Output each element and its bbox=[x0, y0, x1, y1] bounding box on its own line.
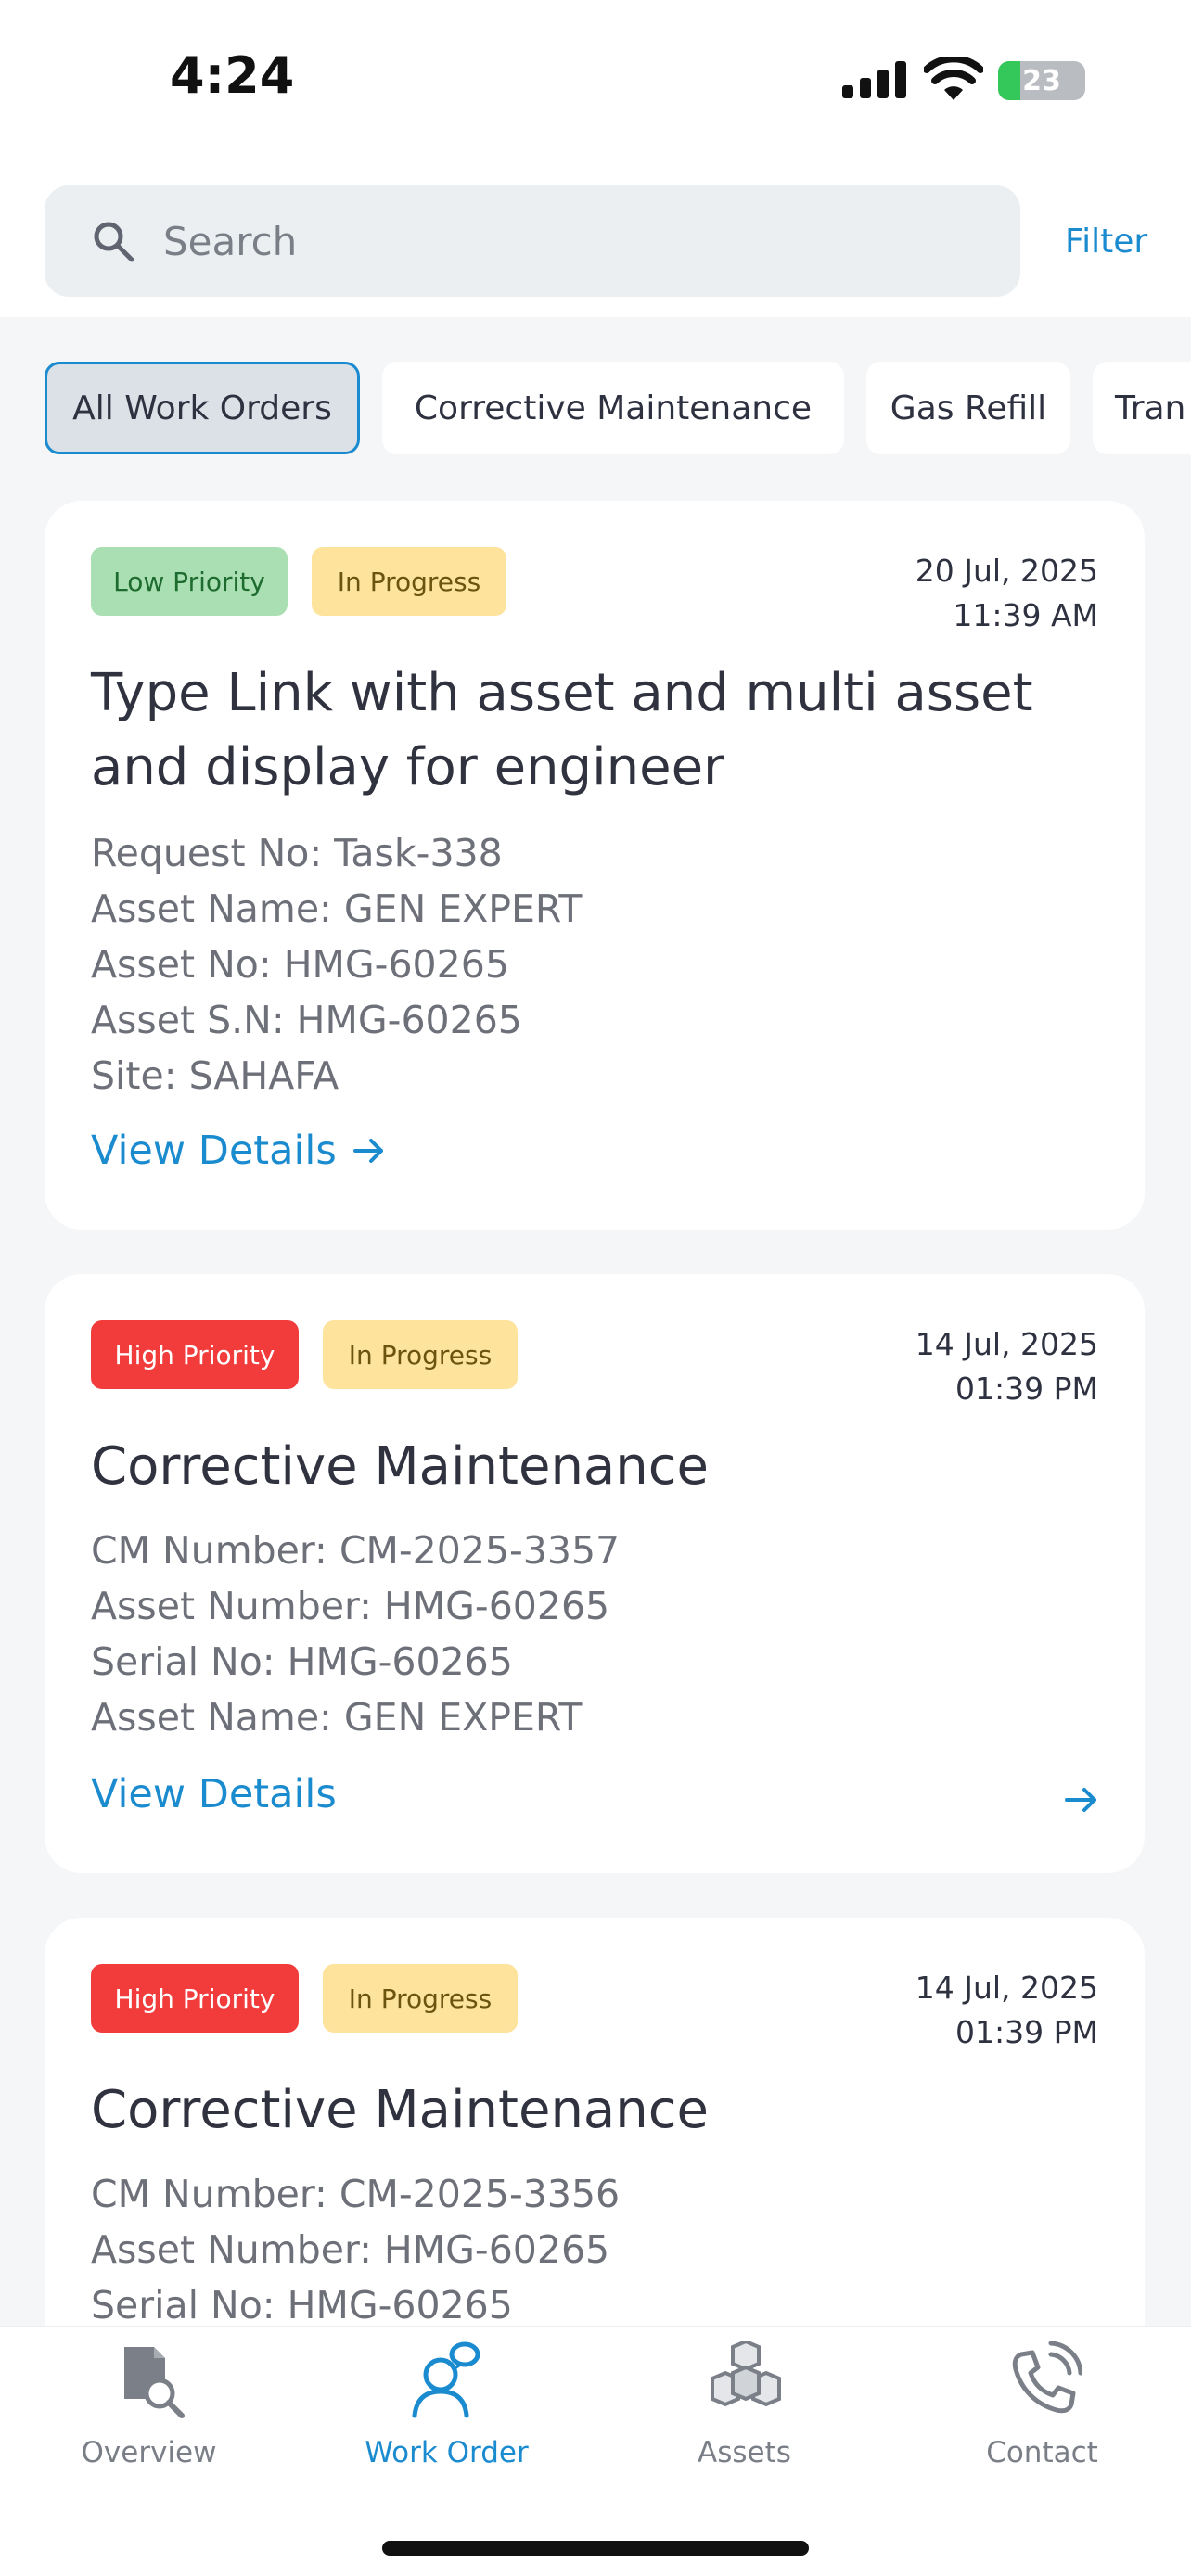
filter-chips: All Work Orders Corrective Maintenance G… bbox=[0, 362, 1191, 456]
nav-overview[interactable]: Overview bbox=[0, 2327, 298, 2512]
nav-label: Work Order bbox=[365, 2436, 529, 2469]
phone-icon bbox=[1012, 2341, 1082, 2414]
card-time: 11:39 AM bbox=[953, 597, 1098, 633]
status-badge: In Progress bbox=[312, 547, 506, 616]
search-bar-area: Filter bbox=[0, 158, 1191, 317]
card-time: 01:39 PM bbox=[955, 1371, 1098, 1407]
card-field: Serial No: HMG-60265 bbox=[91, 2283, 513, 2327]
bottom-nav: Overview Work Order Assets Contact bbox=[0, 2326, 1191, 2576]
boxes-icon bbox=[711, 2341, 781, 2407]
battery-level: 23 bbox=[1022, 64, 1061, 97]
nav-label: Contact bbox=[986, 2436, 1098, 2469]
card-date: 20 Jul, 2025 bbox=[915, 553, 1098, 589]
nav-contact[interactable]: Contact bbox=[893, 2327, 1191, 2512]
chip-all-work-orders[interactable]: All Work Orders bbox=[45, 362, 360, 454]
filter-button[interactable]: Filter bbox=[1065, 223, 1147, 261]
card-date: 14 Jul, 2025 bbox=[915, 1326, 1098, 1362]
card-field: CM Number: CM-2025-3356 bbox=[91, 2172, 621, 2216]
search-box[interactable] bbox=[45, 185, 1020, 297]
card-date: 14 Jul, 2025 bbox=[915, 1970, 1098, 2006]
view-details-link[interactable]: View Details bbox=[91, 1771, 337, 1817]
card-title: Corrective Maintenance bbox=[91, 1436, 709, 1497]
card-title: Corrective Maintenance bbox=[91, 2080, 709, 2140]
arrow-right-icon bbox=[352, 1139, 383, 1163]
card-datetime: 14 Jul, 2025 01:39 PM bbox=[916, 1322, 1098, 1411]
nav-assets[interactable]: Assets bbox=[596, 2327, 893, 2512]
status-badge: In Progress bbox=[323, 1320, 518, 1389]
search-input[interactable] bbox=[163, 185, 989, 297]
wifi-icon bbox=[924, 57, 983, 100]
priority-badge: High Priority bbox=[91, 1964, 299, 2033]
card-field: Site: SAHAFA bbox=[91, 1053, 339, 1098]
nav-work-order[interactable]: Work Order bbox=[298, 2327, 596, 2512]
user-chat-icon bbox=[412, 2341, 480, 2418]
priority-badge: High Priority bbox=[91, 1320, 299, 1389]
view-details-label: View Details bbox=[91, 1771, 337, 1817]
status-badge: In Progress bbox=[323, 1964, 518, 2033]
arrow-right-icon[interactable] bbox=[1065, 1786, 1098, 1814]
card-field: Request No: Task-338 bbox=[91, 831, 503, 875]
card-time: 01:39 PM bbox=[955, 2014, 1098, 2050]
card-field: Asset Number: HMG-60265 bbox=[91, 1584, 610, 1628]
priority-badge: Low Priority bbox=[91, 547, 288, 616]
card-title: Type Link with asset and multi asset and… bbox=[91, 663, 1033, 797]
battery-icon: 23 bbox=[998, 61, 1085, 100]
card-datetime: 14 Jul, 2025 01:39 PM bbox=[916, 1966, 1098, 2055]
card-field: Serial No: HMG-60265 bbox=[91, 1639, 513, 1684]
card-field: Asset S.N: HMG-60265 bbox=[91, 998, 522, 1042]
nav-label: Overview bbox=[81, 2436, 217, 2469]
home-indicator bbox=[382, 2541, 809, 2556]
card-field: Asset Name: GEN EXPERT bbox=[91, 1695, 583, 1740]
view-details-link[interactable]: View Details bbox=[91, 1128, 385, 1174]
card-field: Asset Name: GEN EXPERT bbox=[91, 886, 583, 931]
cellular-signal-icon bbox=[842, 61, 906, 98]
view-details-label: View Details bbox=[91, 1128, 337, 1174]
search-icon bbox=[94, 222, 134, 262]
chip-transfer[interactable]: Tran bbox=[1093, 362, 1191, 454]
status-bar: 4:24 23 bbox=[0, 0, 1191, 158]
card-field: Asset No: HMG-60265 bbox=[91, 942, 509, 987]
card-datetime: 20 Jul, 2025 11:39 AM bbox=[916, 549, 1098, 638]
card-field: Asset Number: HMG-60265 bbox=[91, 2227, 610, 2272]
nav-label: Assets bbox=[698, 2436, 791, 2469]
document-search-icon bbox=[124, 2347, 185, 2418]
status-time: 4:24 bbox=[170, 46, 295, 105]
card-field: CM Number: CM-2025-3357 bbox=[91, 1528, 621, 1573]
work-order-card[interactable]: Low Priority In Progress 20 Jul, 2025 11… bbox=[45, 501, 1145, 1230]
work-order-card[interactable]: High Priority In Progress 14 Jul, 2025 0… bbox=[45, 1274, 1145, 1873]
chip-corrective-maintenance[interactable]: Corrective Maintenance bbox=[382, 362, 844, 454]
chip-gas-refill[interactable]: Gas Refill bbox=[866, 362, 1070, 454]
